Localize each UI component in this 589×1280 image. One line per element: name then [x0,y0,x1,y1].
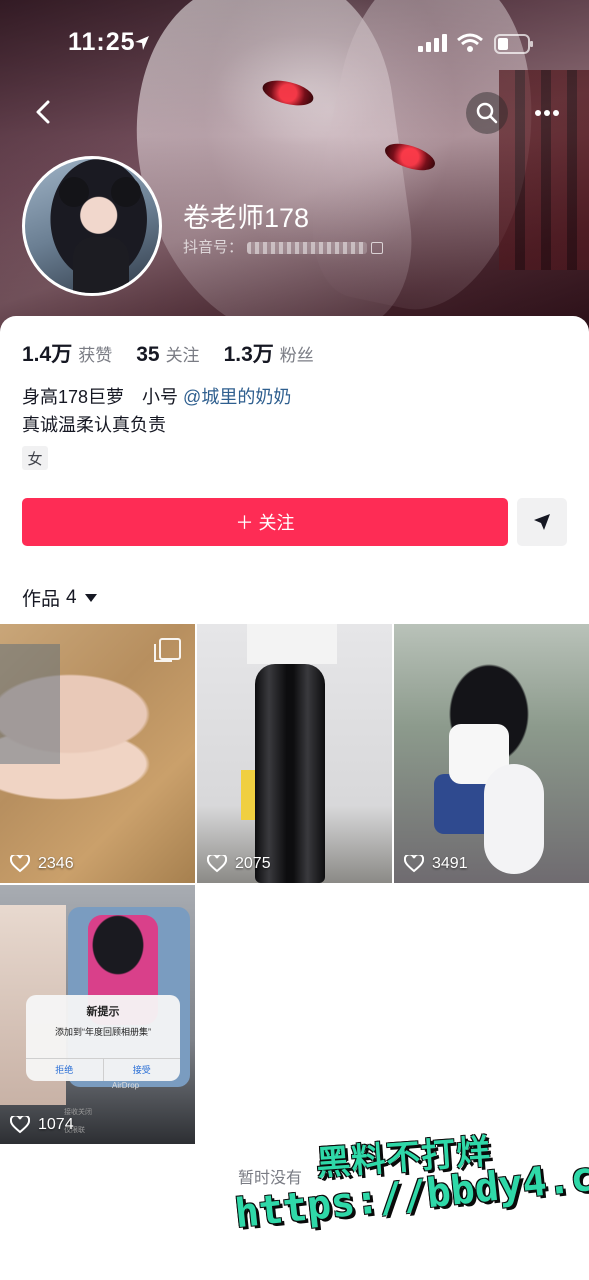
search-icon [476,102,498,124]
bio-line-1: 身高178巨萝 小号 @城里的奶奶 [22,383,291,409]
profile-stats: 1.4万 获赞 35 关注 1.3万 粉丝 [22,338,338,368]
send-icon [534,514,550,530]
works-label: 作品 [22,589,61,610]
airdrop-label: AirDrop [112,1081,140,1090]
copy-icon[interactable] [371,242,384,255]
dialog-body: 添加到“年度回顾相册集” [55,1027,151,1037]
video-tile[interactable]: 3491 [394,624,589,883]
search-button[interactable] [466,92,508,134]
bio-text: 身高178巨萝 小号 [22,387,184,407]
wifi-icon [457,33,483,52]
video-tile[interactable]: 2346 [0,624,195,883]
douyin-id-redacted [247,242,368,255]
dialog-reject: 拒绝 [55,1065,74,1075]
douyin-id-label: 抖音号： [183,239,244,256]
stat-following[interactable]: 35 关注 [136,341,199,367]
stat-likes: 1.4万 获赞 [22,338,112,368]
likes-count: 2075 [235,855,271,872]
follow-button[interactable]: ＋ 关注 [22,498,508,546]
video-likes: 2075 [207,855,271,873]
likes-count: 2346 [38,855,74,872]
avatar[interactable] [22,156,162,296]
works-tab[interactable]: 作品 4 [22,584,97,611]
status-bar: 11:25 [0,28,589,62]
heart-icon [10,855,30,873]
chevron-left-icon [36,100,50,124]
profile-name: 卷老师178 [183,203,310,233]
stat-value: 1.4万 [22,343,73,366]
stat-label: 获赞 [78,346,113,365]
gender-tag: 女 [22,446,48,470]
video-tile[interactable]: 新提示 添加到“年度回顾相册集” 拒绝 接受 AirDrop 接收关闭 仅限联 … [0,885,195,1144]
video-likes: 1074 [10,1116,74,1134]
stat-label: 关注 [165,346,200,365]
more-options-button[interactable] [526,92,568,134]
more-dots-icon [535,110,559,116]
multi-image-icon [154,638,181,662]
video-dialog-overlay: 新提示 添加到“年度回顾相册集” 拒绝 接受 [26,995,180,1081]
heart-icon [10,1116,30,1134]
battery-icon [494,34,533,54]
works-count: 4 [66,586,77,608]
heart-icon [404,855,424,873]
video-tile[interactable]: 2075 [197,624,392,883]
dialog-title: 新提示 [86,1006,120,1018]
bio-line-2: 真诚温柔认真负责 [22,415,166,435]
stat-followers[interactable]: 1.3万 粉丝 [224,338,314,368]
video-likes: 3491 [404,855,468,873]
stat-value: 1.3万 [223,343,274,366]
video-likes: 2346 [10,855,74,873]
cellular-signal-icon [418,34,447,52]
share-button[interactable] [517,498,567,546]
stat-label: 粉丝 [279,346,314,365]
status-time: 11:25 [68,28,136,56]
dialog-accept: 接受 [102,1059,181,1081]
likes-count: 1074 [38,1116,74,1133]
likes-count: 3491 [432,855,468,872]
location-arrow-icon [135,36,149,50]
bio-mention-link[interactable]: @城里的奶奶 [183,387,291,407]
stat-value: 35 [136,343,160,366]
back-button[interactable] [26,92,66,132]
caret-down-icon [84,593,97,602]
douyin-id[interactable]: 抖音号： [183,236,384,257]
heart-icon [207,855,227,873]
